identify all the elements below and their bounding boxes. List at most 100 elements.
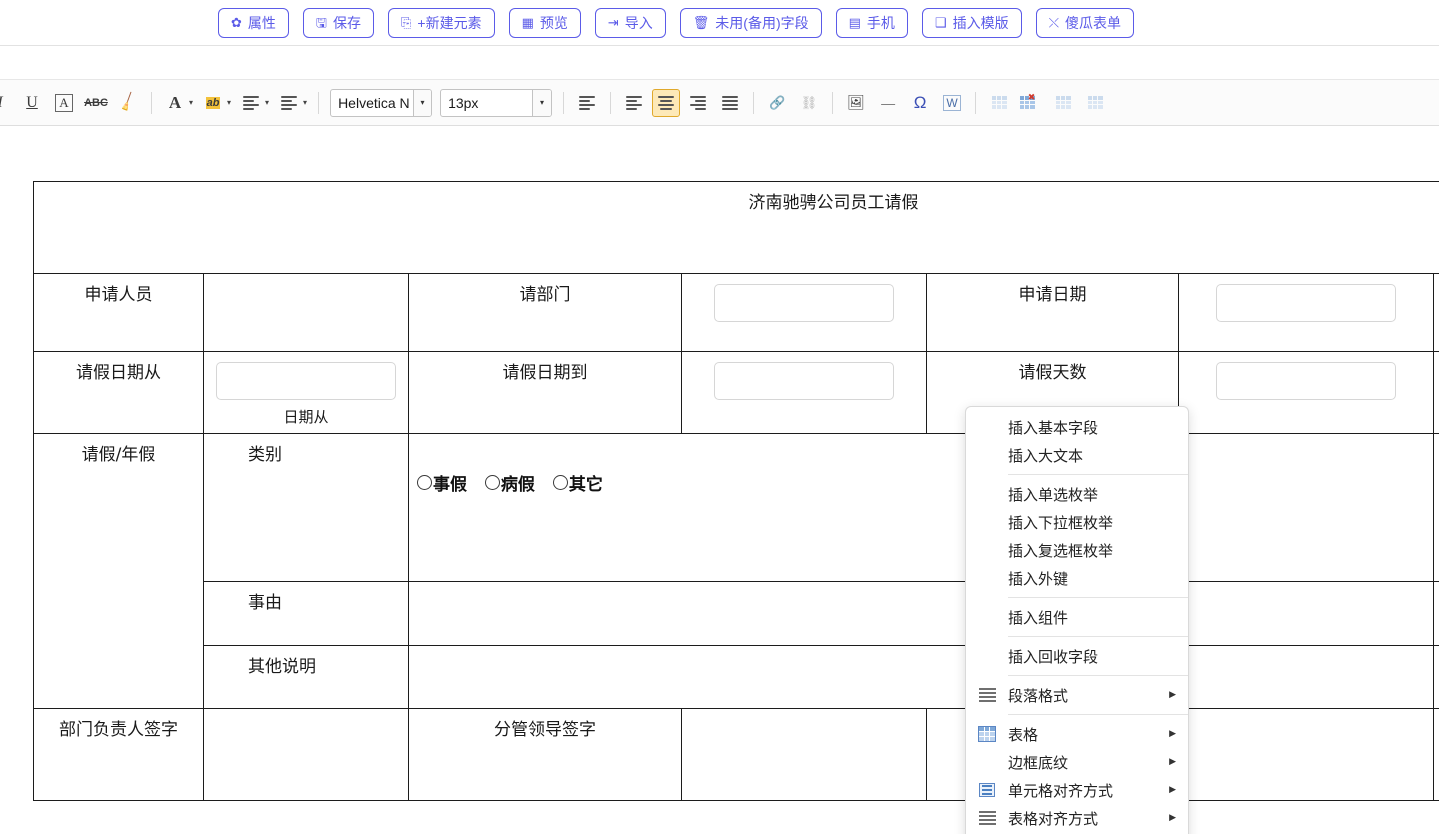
menu-item-border-shading[interactable]: 边框底纹 ▶ (966, 748, 1188, 776)
import-button[interactable]: ⇥ 导入 (594, 7, 666, 38)
radio-icon[interactable] (417, 475, 432, 490)
preview-button[interactable]: ▦ 预览 (508, 7, 581, 38)
font-color-button[interactable]: A (161, 89, 189, 117)
font-size-select[interactable]: 13px ▾ (440, 88, 553, 117)
cell-category-options[interactable]: 事假 病假 其它 (408, 433, 1434, 582)
cell-row4-extra[interactable] (1432, 581, 1439, 646)
insert-image-button[interactable]: 🖼 (842, 89, 870, 117)
document-canvas[interactable]: 济南驰骋公司员工请假 申请人员 请部门 申请日期 请假日期从 日期从 请假日期到… (0, 126, 1439, 834)
simple-form-button[interactable]: ⤬ 傻瓜表单 (1035, 7, 1134, 38)
menu-item-insert-foreign-key[interactable]: 插入外键 (966, 564, 1188, 592)
cell-row2-extra[interactable] (1432, 351, 1439, 434)
delete-table-button[interactable]: ✖ (1017, 89, 1045, 117)
cell-row3-extra[interactable] (1432, 433, 1439, 582)
new-element-button[interactable]: ⎘ +新建元素 (387, 7, 495, 38)
leave-days-input[interactable] (1216, 362, 1396, 400)
cell-department-value[interactable] (681, 273, 927, 352)
cell-applicant-value[interactable] (203, 273, 409, 352)
cell-leader-sign-label[interactable]: 分管领导签字 (408, 708, 682, 801)
cell-other-note-label[interactable]: 其他说明 (203, 645, 409, 709)
strikethrough-button[interactable]: ABC (82, 89, 110, 117)
insert-hr-button[interactable]: — (874, 89, 902, 117)
menu-item-insert-basic-field[interactable]: 插入基本字段 (966, 413, 1188, 441)
cell-leave-type-label[interactable]: 请假/年假 (33, 433, 204, 709)
apply-date-input[interactable] (1216, 284, 1396, 322)
cell-reason-value[interactable] (408, 581, 1434, 646)
menu-item-insert-recycled-field[interactable]: 插入回收字段 (966, 642, 1188, 670)
unlink-button[interactable]: ⛓ (795, 89, 823, 117)
cell-dept-head-sign-value[interactable] (203, 708, 409, 801)
cell-apply-date-label[interactable]: 申请日期 (926, 273, 1179, 352)
save-button[interactable]: 🖫 保存 (302, 7, 374, 38)
cell-leave-days-value[interactable] (1178, 351, 1434, 434)
align-center-button[interactable] (652, 88, 681, 117)
italic-button[interactable]: I (0, 89, 14, 117)
cell-row6-extra2[interactable] (1432, 708, 1439, 801)
department-input[interactable] (714, 284, 894, 322)
format-toolbar: I U A ABC 🧹 A ▾ ab ▾ ▾ ▾ Helvetica N ▾ 1… (0, 79, 1439, 126)
indent-button[interactable] (573, 89, 601, 117)
table-align-icon (966, 804, 1008, 832)
align-justify-button[interactable] (716, 89, 744, 117)
menu-item-insert-large-text[interactable]: 插入大文本 (966, 441, 1188, 469)
properties-button[interactable]: ✿ 属性 (218, 7, 289, 38)
menu-item-insert-component[interactable]: 插入组件 (966, 603, 1188, 631)
paste-word-button[interactable]: W (938, 89, 966, 117)
context-menu[interactable]: 插入基本字段 插入大文本 插入单选枚举 插入下拉框枚举 插入复选框枚举 插入外键… (965, 406, 1189, 834)
clear-format-button[interactable]: 🧹 (114, 89, 142, 117)
cell-category-label[interactable]: 类别 (203, 433, 409, 582)
cell-leave-to-value[interactable] (681, 351, 927, 434)
cell-dept-head-sign-label[interactable]: 部门负责人签字 (33, 708, 204, 801)
align-left-button[interactable] (620, 89, 648, 117)
highlight-caret-icon[interactable]: ▾ (227, 98, 231, 107)
radio-icon[interactable] (484, 475, 500, 490)
insert-link-button[interactable]: 🔗 (763, 89, 791, 117)
menu-item-cell-alignment[interactable]: 单元格对齐方式 ▶ (966, 776, 1188, 804)
leave-from-caption: 日期从 (283, 408, 329, 426)
radio-icon[interactable] (552, 475, 568, 490)
cell-leave-to-label[interactable]: 请假日期到 (408, 351, 682, 434)
insert-template-button[interactable]: ❑ 插入模版 (921, 7, 1022, 38)
radio-option-other[interactable]: 其它 (552, 470, 603, 495)
cell-department-label[interactable]: 请部门 (408, 273, 682, 352)
divider (563, 91, 565, 114)
cell-row1-extra[interactable] (1432, 273, 1439, 352)
leave-type-radio-group[interactable]: 事假 病假 其它 (417, 470, 1425, 495)
mobile-button[interactable]: ▤ 手机 (835, 7, 908, 38)
align-center-icon (658, 94, 675, 112)
font-color-caret-icon[interactable]: ▾ (189, 98, 193, 107)
menu-item-paragraph-format[interactable]: 段落格式 ▶ (966, 681, 1188, 709)
cell-other-note-value[interactable] (408, 645, 1434, 709)
underline-button[interactable]: U (18, 89, 46, 117)
unused-fields-button[interactable]: 🗑 未用(备用)字段 (679, 7, 822, 38)
menu-item-insert-checkbox-enum[interactable]: 插入复选框枚举 (966, 536, 1188, 564)
cell-leave-from-value[interactable]: 日期从 (203, 351, 409, 434)
cell-row5-extra[interactable] (1432, 645, 1439, 709)
ordered-list-button[interactable] (237, 89, 265, 117)
unordered-list-button[interactable] (275, 89, 303, 117)
menu-item-insert-dropdown-enum[interactable]: 插入下拉框枚举 (966, 508, 1188, 536)
insert-table-button[interactable] (985, 89, 1013, 117)
highlight-button[interactable]: ab (199, 89, 227, 117)
table-properties-button[interactable] (1081, 89, 1109, 117)
menu-item-table-alignment[interactable]: 表格对齐方式 ▶ (966, 804, 1188, 832)
radio-option-sick[interactable]: 病假 (484, 470, 535, 495)
special-char-button[interactable]: Ω (906, 89, 934, 117)
cell-apply-date-value[interactable] (1178, 273, 1434, 352)
cell-leader-sign-value[interactable] (681, 708, 927, 801)
leave-to-input[interactable] (714, 362, 894, 400)
cell-leave-from-label[interactable]: 请假日期从 (33, 351, 204, 434)
radio-option-personal[interactable]: 事假 (417, 470, 467, 495)
font-family-select[interactable]: Helvetica N ▾ (330, 88, 433, 117)
cell-applicant-label[interactable]: 申请人员 (33, 273, 204, 352)
split-cell-button[interactable] (1049, 89, 1077, 117)
menu-item-table[interactable]: 表格 ▶ (966, 720, 1188, 748)
cell-reason-label[interactable]: 事由 (203, 581, 409, 646)
text-border-button[interactable]: A (50, 89, 78, 117)
ordered-list-caret-icon[interactable]: ▾ (265, 98, 269, 107)
menu-item-insert-radio-enum[interactable]: 插入单选枚举 (966, 480, 1188, 508)
unordered-list-caret-icon[interactable]: ▾ (303, 98, 307, 107)
leave-from-input[interactable] (216, 362, 396, 400)
table-row: 事由 (34, 581, 1439, 646)
align-right-button[interactable] (684, 89, 712, 117)
